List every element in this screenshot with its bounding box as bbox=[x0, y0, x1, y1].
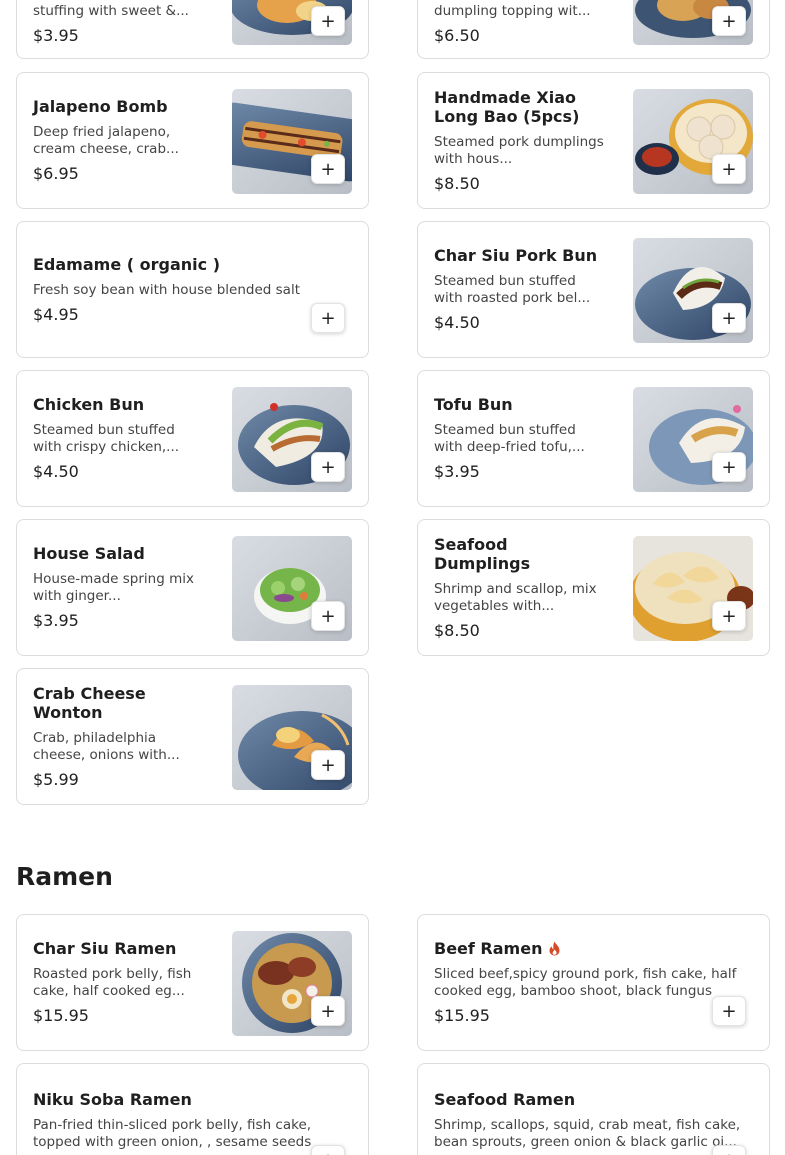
item-name: Seafood Dumplings bbox=[434, 534, 531, 573]
item-name: Handmade Xiao Long Bao (5pcs) bbox=[434, 87, 580, 126]
add-to-cart-button[interactable]: + bbox=[712, 601, 746, 631]
add-to-cart-button[interactable]: + bbox=[712, 452, 746, 482]
add-to-cart-button[interactable]: + bbox=[311, 303, 345, 333]
item-description: Fresh soy bean with house blended salt bbox=[33, 281, 300, 298]
menu-item-card[interactable]: dumpling topping wit... $6.50 + bbox=[417, 0, 770, 59]
menu-item-card[interactable]: Seafood Ramen Shrimp, scallops, squid, c… bbox=[417, 1063, 770, 1155]
menu-item-card[interactable]: Char Siu Pork Bun Steamed bun stuffed wi… bbox=[417, 221, 770, 358]
item-name-row: Beef Ramen bbox=[434, 939, 756, 958]
add-to-cart-button[interactable]: + bbox=[311, 154, 345, 184]
menu-item-card[interactable]: Chicken Bun Steamed bun stuffed with cri… bbox=[16, 370, 369, 507]
item-price: $4.50 bbox=[434, 313, 480, 332]
item-price: $4.95 bbox=[33, 304, 79, 324]
item-description: Pan-fried thin-sliced pork belly, fish c… bbox=[33, 1117, 312, 1150]
item-description: Steamed bun stuffed with deep-fried tofu… bbox=[434, 422, 585, 455]
item-name: Tofu Bun bbox=[434, 395, 513, 414]
item-name: Beef Ramen bbox=[434, 939, 543, 958]
item-description: Roasted pork belly, fish cake, half cook… bbox=[33, 966, 192, 999]
item-price: $3.95 bbox=[33, 611, 79, 630]
item-description: dumpling topping wit... bbox=[434, 3, 591, 19]
menu-item-card[interactable]: Beef Ramen Sliced beef,spicy ground pork… bbox=[417, 914, 770, 1051]
item-price: $3.95 bbox=[434, 462, 480, 481]
add-to-cart-button[interactable]: + bbox=[712, 303, 746, 333]
add-to-cart-button[interactable]: + bbox=[311, 750, 345, 780]
item-description: Steamed pork dumplings with hous... bbox=[434, 133, 604, 167]
item-description: Sliced beef,spicy ground pork, fish cake… bbox=[434, 966, 737, 999]
item-price: $4.50 bbox=[33, 462, 79, 481]
item-name: Jalapeno Bomb bbox=[33, 97, 168, 116]
item-name: House Salad bbox=[33, 544, 145, 563]
add-to-cart-button[interactable]: + bbox=[311, 1145, 345, 1155]
section-title-ramen: Ramen bbox=[16, 862, 113, 891]
item-price: $5.99 bbox=[33, 769, 79, 789]
item-name: Char Siu Pork Bun bbox=[434, 246, 598, 265]
item-description: Deep fried jalapeno, cream cheese, crab.… bbox=[33, 124, 179, 157]
add-to-cart-button[interactable]: + bbox=[712, 154, 746, 184]
item-name: Char Siu Ramen bbox=[33, 939, 177, 958]
item-description: Steamed bun stuffed with roasted pork be… bbox=[434, 273, 591, 306]
item-description: Shrimp, scallops, squid, crab meat, fish… bbox=[434, 1117, 741, 1150]
add-to-cart-button[interactable]: + bbox=[712, 1145, 746, 1155]
menu-item-card[interactable]: Handmade Xiao Long Bao (5pcs) Steamed po… bbox=[417, 72, 770, 209]
menu-item-card[interactable]: Crab Cheese Wonton Crab, philadelphia ch… bbox=[16, 668, 369, 805]
add-to-cart-button[interactable]: + bbox=[311, 601, 345, 631]
item-name: Seafood Ramen bbox=[434, 1090, 576, 1109]
add-to-cart-button[interactable]: + bbox=[311, 452, 345, 482]
item-price: $6.95 bbox=[33, 164, 79, 183]
menu-item-card[interactable]: Tofu Bun Steamed bun stuffed with deep-f… bbox=[417, 370, 770, 507]
menu-item-card[interactable]: Jalapeno Bomb Deep fried jalapeno, cream… bbox=[16, 72, 369, 209]
menu-item-card[interactable]: Niku Soba Ramen Pan-fried thin-sliced po… bbox=[16, 1063, 369, 1155]
item-name: Edamame ( organic ) bbox=[33, 254, 220, 274]
item-description: Crab, philadelphia cheese, onions with..… bbox=[33, 729, 180, 763]
item-price: $3.95 bbox=[33, 26, 79, 45]
menu-item-card[interactable]: Char Siu Ramen Roasted pork belly, fish … bbox=[16, 914, 369, 1051]
menu-item-card[interactable]: Seafood Dumplings Shrimp and scallop, mi… bbox=[417, 519, 770, 656]
menu-item-card[interactable]: stuffing with sweet &... $3.95 + bbox=[16, 0, 369, 59]
item-price: $15.95 bbox=[434, 1006, 490, 1025]
add-to-cart-button[interactable]: + bbox=[712, 6, 746, 36]
item-price: $8.50 bbox=[434, 620, 480, 640]
item-description: stuffing with sweet &... bbox=[33, 3, 189, 19]
add-to-cart-button[interactable]: + bbox=[311, 996, 345, 1026]
item-name: Niku Soba Ramen bbox=[33, 1090, 192, 1109]
spicy-flame-icon bbox=[549, 941, 560, 956]
add-to-cart-button[interactable]: + bbox=[712, 996, 746, 1026]
item-description: Steamed bun stuffed with crispy chicken,… bbox=[33, 422, 180, 455]
item-price: $15.95 bbox=[33, 1006, 89, 1025]
menu-item-card[interactable]: Edamame ( organic ) Fresh soy bean with … bbox=[16, 221, 369, 358]
add-to-cart-button[interactable]: + bbox=[311, 6, 345, 36]
item-price: $6.50 bbox=[434, 26, 480, 45]
item-price: $8.50 bbox=[434, 173, 480, 193]
item-description: House-made spring mix with ginger... bbox=[33, 571, 194, 604]
item-description: Shrimp and scallop, mix vegetables with.… bbox=[434, 580, 597, 614]
menu-item-card[interactable]: House Salad House-made spring mix with g… bbox=[16, 519, 369, 656]
item-name: Crab Cheese Wonton bbox=[33, 683, 146, 722]
item-name: Chicken Bun bbox=[33, 395, 145, 414]
